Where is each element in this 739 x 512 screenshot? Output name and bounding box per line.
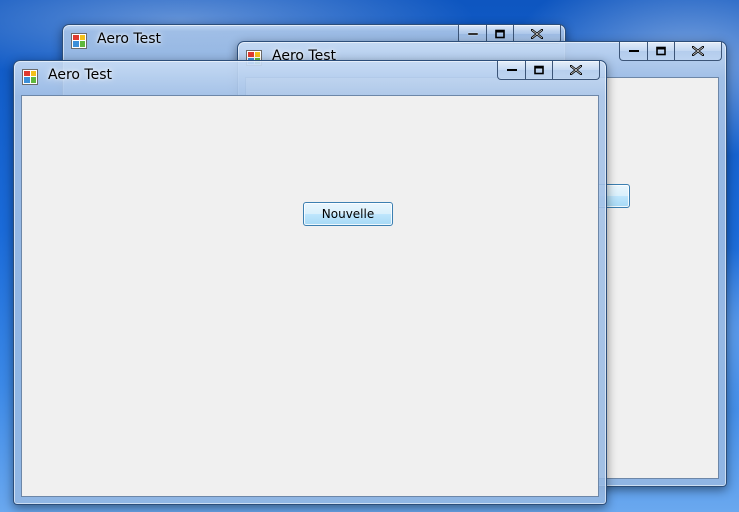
close-icon [692, 46, 704, 56]
close-icon [570, 65, 582, 75]
window-title: Aero Test [48, 67, 112, 83]
app-icon [71, 33, 87, 49]
app-icon [22, 69, 38, 85]
minimize-button[interactable] [497, 61, 526, 80]
minimize-icon [467, 32, 478, 36]
window-title: Aero Test [97, 31, 161, 47]
close-button[interactable] [675, 42, 722, 61]
client-area: Nouvelle [21, 95, 599, 497]
maximize-icon [656, 46, 666, 56]
caption-buttons [619, 42, 722, 62]
close-button[interactable] [553, 61, 600, 80]
maximize-button[interactable] [648, 42, 675, 61]
maximize-icon [495, 29, 505, 39]
window-front[interactable]: Aero Test Nouvelle [13, 60, 607, 505]
nouvelle-button[interactable]: Nouvelle [303, 202, 393, 226]
minimize-button[interactable] [619, 42, 648, 61]
minimize-icon [506, 69, 517, 71]
minimize-icon [628, 50, 639, 52]
close-icon [531, 29, 543, 39]
caption-buttons [497, 61, 600, 81]
maximize-icon [534, 65, 544, 75]
maximize-button[interactable] [526, 61, 553, 80]
